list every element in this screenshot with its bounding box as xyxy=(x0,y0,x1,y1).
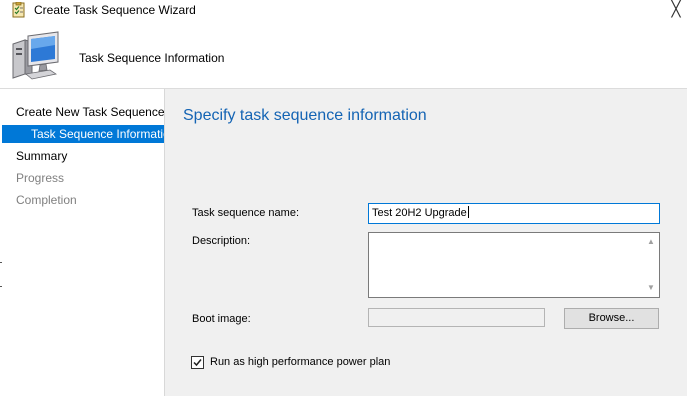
scroll-up-icon[interactable]: ▲ xyxy=(647,238,655,246)
task-sequence-name-value: Test 20H2 Upgrade xyxy=(372,207,467,219)
nav-step-summary: Summary xyxy=(16,149,68,163)
nav-step-create-new-task-sequence: Create New Task Sequence xyxy=(16,105,165,119)
text-caret xyxy=(467,206,469,218)
browse-button[interactable]: Browse... xyxy=(564,308,659,329)
checkmark-icon xyxy=(193,359,202,367)
edge-mark xyxy=(0,262,2,263)
nav-step-completion: Completion xyxy=(16,193,77,207)
task-sequence-name-label: Task sequence name: xyxy=(192,207,300,219)
power-plan-checkbox[interactable] xyxy=(191,356,204,369)
window-title: Create Task Sequence Wizard xyxy=(34,3,196,17)
header-title: Task Sequence Information xyxy=(79,51,225,65)
wizard-content: Specify task sequence information Task s… xyxy=(165,89,687,396)
computer-icon xyxy=(12,31,59,80)
nav-step-task-sequence-information: Task Sequence Information xyxy=(2,125,164,143)
description-scrollbar[interactable]: ▲ ▼ xyxy=(643,233,659,297)
page-heading: Specify task sequence information xyxy=(183,107,427,124)
wizard-window: Create Task Sequence Wizard ╳ Task Seque… xyxy=(0,0,687,396)
nav-step-progress: Progress xyxy=(16,171,65,185)
close-icon[interactable]: ╳ xyxy=(668,2,684,18)
edge-mark xyxy=(0,286,2,287)
task-sequence-name-input[interactable]: Test 20H2 Upgrade xyxy=(368,203,660,224)
wizard-header: Task Sequence Information xyxy=(0,22,687,89)
description-textarea[interactable]: ▲ ▼ xyxy=(368,232,660,298)
wizard-steps-nav: Create New Task Sequence Task Sequence I… xyxy=(0,89,165,396)
boot-image-field xyxy=(368,308,545,327)
power-plan-label: Run as high performance power plan xyxy=(210,356,391,368)
boot-image-label: Boot image: xyxy=(192,313,251,325)
title-bar: Create Task Sequence Wizard ╳ xyxy=(0,0,687,22)
checklist-icon xyxy=(12,2,25,18)
scroll-down-icon[interactable]: ▼ xyxy=(647,284,655,292)
description-label: Description: xyxy=(192,235,251,247)
